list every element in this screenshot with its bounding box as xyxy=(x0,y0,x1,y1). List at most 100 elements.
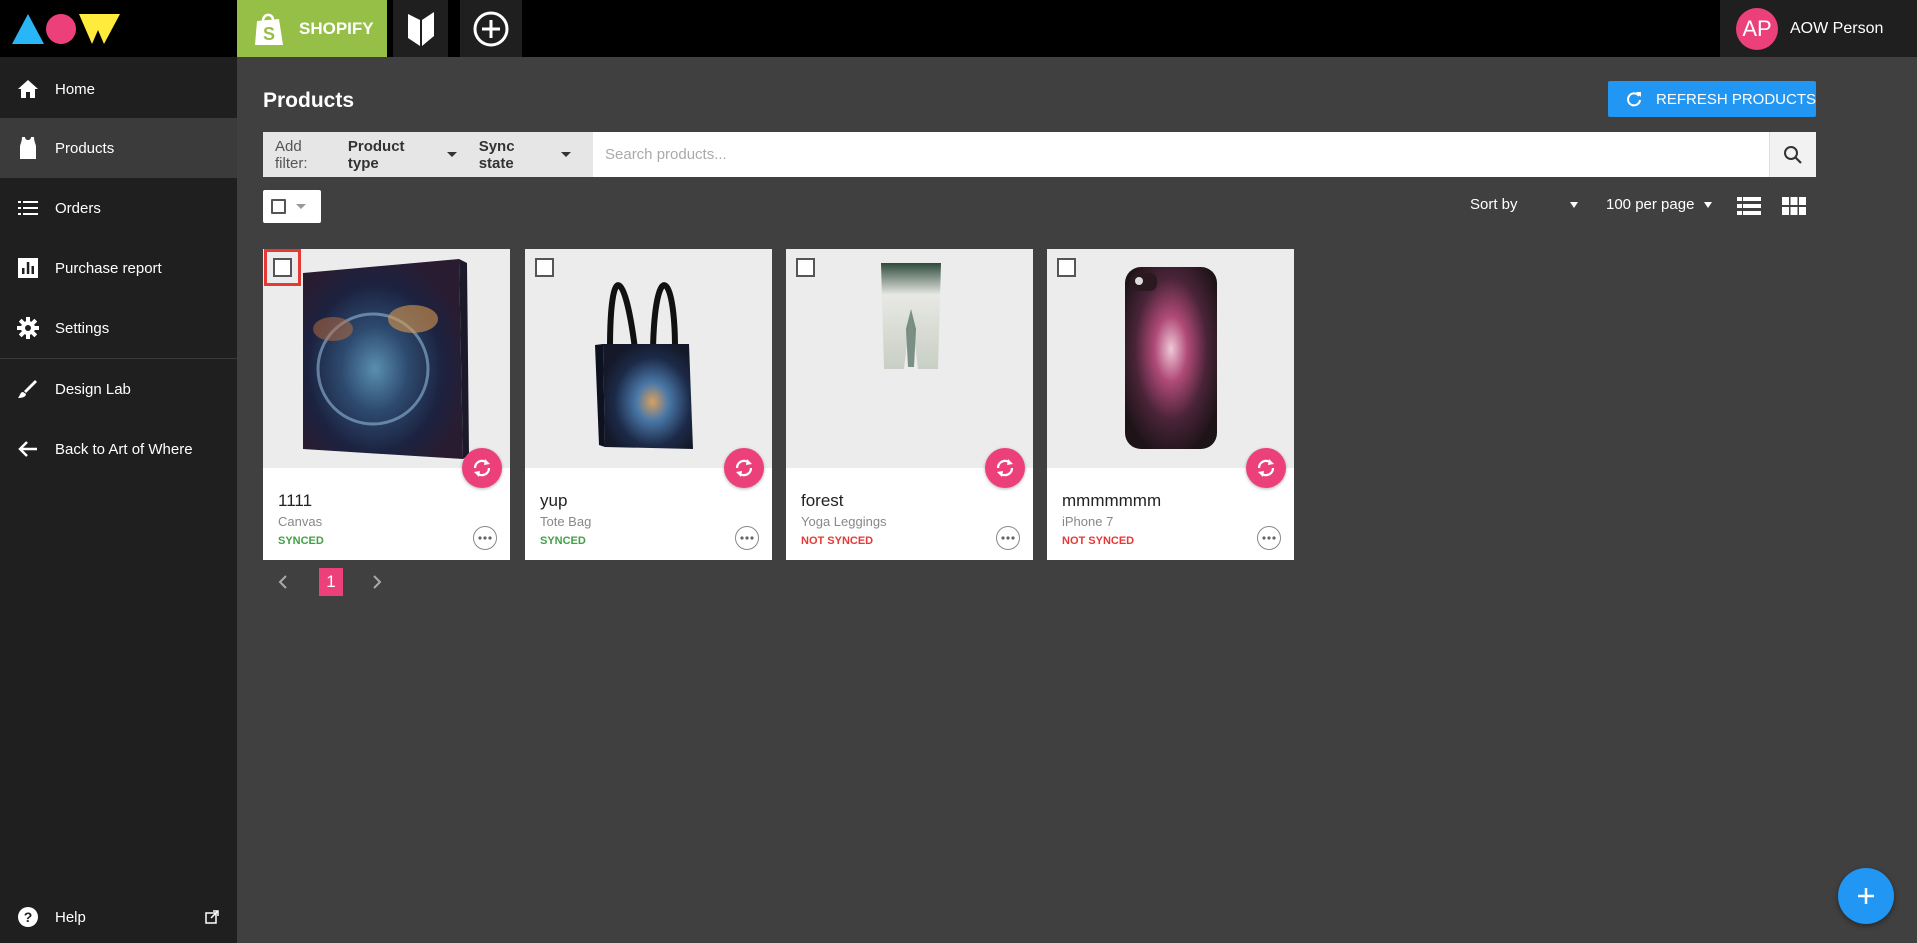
product-type: Canvas xyxy=(278,514,323,529)
product-checkbox[interactable] xyxy=(535,258,554,277)
sidebar-item-back-to-aow[interactable]: Back to Art of Where xyxy=(0,419,237,479)
bar-chart-icon xyxy=(16,256,40,280)
product-type-label: Product type xyxy=(347,137,405,172)
per-page-dropdown[interactable]: 100 per page xyxy=(1606,196,1713,213)
sync-status-badge: SYNCED xyxy=(278,535,324,547)
sync-status-badge: NOT SYNCED xyxy=(801,535,874,547)
more-horizontal-icon xyxy=(1262,536,1276,540)
shopify-tab[interactable]: S SHOPIFY xyxy=(237,0,387,57)
sidebar-item-design-lab[interactable]: Design Lab xyxy=(0,359,237,419)
sidebar-item-purchase-report[interactable]: Purchase report xyxy=(0,238,237,298)
product-checkbox[interactable] xyxy=(1057,258,1076,277)
product-name: forest xyxy=(801,491,844,510)
sync-button[interactable] xyxy=(985,448,1025,488)
refresh-icon xyxy=(1627,92,1641,107)
more-horizontal-icon xyxy=(478,536,492,540)
page-title: Products xyxy=(263,89,355,112)
sync-button[interactable] xyxy=(724,448,764,488)
add-store-tab[interactable] xyxy=(460,0,522,57)
caret-down-icon xyxy=(1570,201,1578,208)
caret-down-icon xyxy=(296,204,306,209)
page-number-current[interactable]: 1 xyxy=(319,568,343,596)
product-name: yup xyxy=(540,491,568,510)
more-options-button[interactable] xyxy=(996,526,1020,550)
grid-view-icon[interactable] xyxy=(1782,196,1806,216)
product-type: Tote Bag xyxy=(540,514,592,529)
store-tab[interactable] xyxy=(393,0,448,57)
product-checkbox[interactable] xyxy=(264,249,301,286)
aow-logo-icon[interactable] xyxy=(12,12,120,46)
sync-icon xyxy=(996,459,1014,477)
sidebar-item-orders[interactable]: Orders xyxy=(0,178,237,238)
select-all-dropdown[interactable] xyxy=(263,190,321,223)
sidebar-item-home[interactable]: Home xyxy=(0,59,237,119)
sort-by-dropdown[interactable]: Sort by xyxy=(1470,196,1578,213)
tank-top-icon xyxy=(16,136,40,160)
product-card[interactable]: yup Tote Bag SYNCED xyxy=(525,249,772,560)
chevron-left-icon[interactable] xyxy=(278,574,288,590)
sync-state-label: Sync state xyxy=(478,137,515,172)
list-view-icon[interactable] xyxy=(1737,196,1761,216)
sync-button[interactable] xyxy=(1246,448,1286,488)
pagination: 1 xyxy=(263,568,393,596)
sidebar-item-products[interactable]: Products xyxy=(0,118,237,178)
sidebar-item-label: Design Lab xyxy=(55,380,131,398)
caret-down-icon xyxy=(446,152,457,157)
product-image-tote-bag[interactable] xyxy=(525,249,772,468)
sidebar-item-label: Home xyxy=(55,80,96,98)
product-image-yoga-leggings[interactable] xyxy=(786,249,1033,468)
sidebar-item-label: Settings xyxy=(55,319,110,337)
search-input[interactable] xyxy=(593,132,1769,177)
brush-icon xyxy=(16,377,40,401)
sidebar-item-label: Orders xyxy=(55,199,101,217)
sidebar-item-label: Purchase report xyxy=(55,259,162,277)
user-name: AOW Person xyxy=(1790,19,1884,37)
select-all-checkbox[interactable] xyxy=(271,199,286,214)
sidebar-item-label: Back to Art of Where xyxy=(55,440,193,458)
per-page-label: 100 per page xyxy=(1606,196,1695,213)
gear-icon xyxy=(16,316,40,340)
sort-by-label: Sort by xyxy=(1470,196,1518,213)
list-icon xyxy=(16,196,40,220)
sidebar: Home Products Orders Purchase report Set… xyxy=(0,57,237,943)
sidebar-item-label: Help xyxy=(55,908,86,926)
sync-button[interactable] xyxy=(462,448,502,488)
more-options-button[interactable] xyxy=(1257,526,1281,550)
filter-controls: Add filter: Product type Sync state xyxy=(263,132,593,177)
svg-text:S: S xyxy=(263,24,275,44)
more-horizontal-icon xyxy=(1001,536,1015,540)
sync-icon xyxy=(735,459,753,477)
product-name: mmmmmmm xyxy=(1062,491,1162,510)
search-button[interactable] xyxy=(1769,132,1816,177)
help-icon: ? xyxy=(16,905,40,929)
refresh-products-button[interactable]: REFRESH PRODUCTS xyxy=(1608,81,1816,117)
plus-circle-icon xyxy=(473,11,509,46)
product-card[interactable]: 1111 Canvas SYNCED xyxy=(263,249,510,560)
refresh-products-label: REFRESH PRODUCTS xyxy=(1656,90,1817,108)
product-card[interactable]: mmmmmmm iPhone 7 NOT SYNCED xyxy=(1047,249,1294,560)
avatar: AP xyxy=(1736,7,1778,50)
product-image-canvas[interactable] xyxy=(263,249,510,468)
chevron-right-icon[interactable] xyxy=(372,574,382,590)
product-type-filter[interactable]: Product type xyxy=(348,138,457,172)
add-product-fab[interactable] xyxy=(1838,868,1894,924)
more-options-button[interactable] xyxy=(473,526,497,550)
sync-status-badge: NOT SYNCED xyxy=(1062,535,1135,547)
sync-status-badge: SYNCED xyxy=(540,535,586,547)
more-options-button[interactable] xyxy=(735,526,759,550)
sync-icon xyxy=(473,459,491,477)
home-icon xyxy=(16,77,40,101)
user-menu[interactable]: AP AOW Person xyxy=(1720,0,1917,57)
product-checkbox[interactable] xyxy=(796,258,815,277)
product-image-iphone-case[interactable] xyxy=(1047,249,1294,468)
sidebar-item-label: Products xyxy=(55,139,115,157)
sidebar-item-settings[interactable]: Settings xyxy=(0,298,237,358)
product-type: iPhone 7 xyxy=(1062,514,1114,529)
more-horizontal-icon xyxy=(740,536,754,540)
sidebar-item-help[interactable]: ? Help xyxy=(0,887,237,943)
product-card[interactable]: forest Yoga Leggings NOT SYNCED xyxy=(786,249,1033,560)
external-link-icon xyxy=(205,910,219,924)
svg-text:?: ? xyxy=(24,909,33,925)
shield-logo-icon xyxy=(407,11,434,46)
sync-state-filter[interactable]: Sync state xyxy=(479,138,571,172)
